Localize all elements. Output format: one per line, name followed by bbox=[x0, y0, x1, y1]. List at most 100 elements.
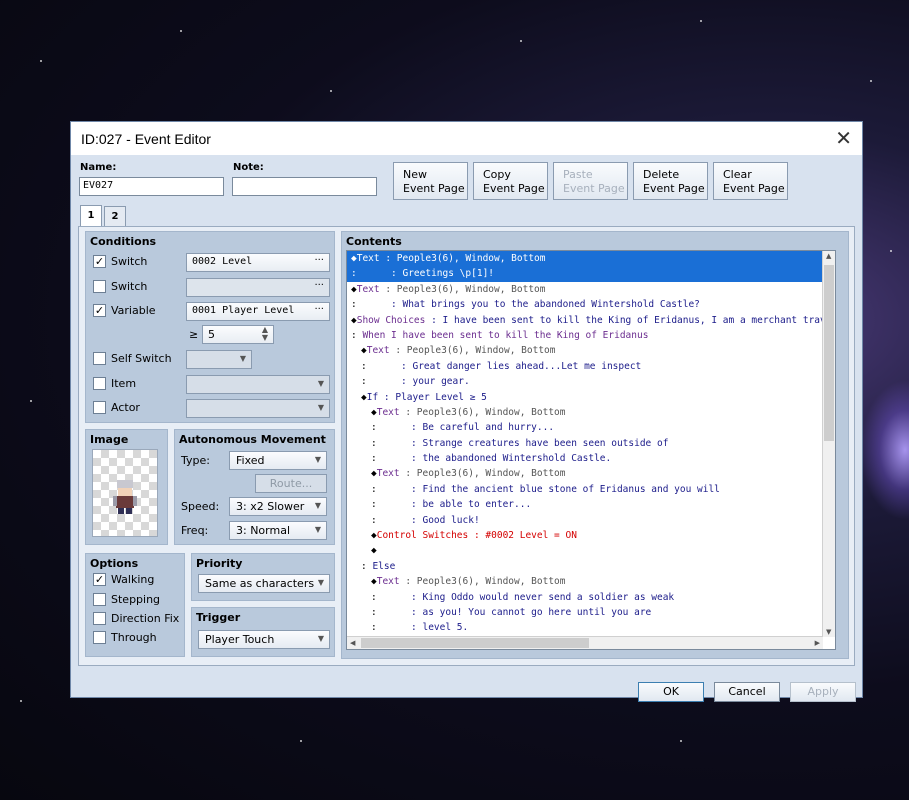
chevron-down-icon: ▼ bbox=[317, 578, 324, 587]
walking-checkbox[interactable]: ✓ bbox=[93, 573, 106, 586]
stepping-checkbox[interactable] bbox=[93, 593, 106, 606]
command-row[interactable]: ◆Show Choices : I have been sent to kill… bbox=[347, 313, 835, 328]
variable-checkbox[interactable]: ✓ bbox=[93, 304, 106, 317]
command-row[interactable]: : Else bbox=[347, 559, 835, 574]
horizontal-scrollbar[interactable]: ◀ ▶ bbox=[347, 636, 823, 649]
switch2-field[interactable]: ··· bbox=[186, 278, 330, 297]
self-switch-checkbox[interactable] bbox=[93, 352, 106, 365]
chevron-down-icon: ▼ bbox=[239, 354, 246, 363]
switch1-field[interactable]: 0002 Level ··· bbox=[186, 253, 330, 272]
row-text: : King Oddo would never send a soldier a… bbox=[376, 591, 675, 603]
command-row[interactable]: : : What brings you to the abandoned Win… bbox=[347, 297, 835, 312]
chevron-down-icon: ▼ bbox=[314, 525, 321, 534]
trigger-select[interactable]: Player Touch ▼ bbox=[198, 630, 330, 649]
speed-select[interactable]: 3: x2 Slower ▼ bbox=[229, 497, 327, 516]
through-label: Through bbox=[111, 631, 157, 644]
command-row[interactable]: : : the abandoned Wintershold Castle. bbox=[347, 451, 835, 466]
variable-amount-spinner[interactable]: 5 ▲ ▼ bbox=[202, 325, 274, 344]
command-row[interactable]: : : Strange creatures have been seen out… bbox=[347, 436, 835, 451]
route-button[interactable]: Route... bbox=[255, 474, 327, 493]
vertical-scroll-thumb[interactable] bbox=[824, 265, 834, 441]
variable-field[interactable]: 0001 Player Level ··· bbox=[186, 302, 330, 321]
row-text: : People3(6), Window, Bottom bbox=[389, 345, 556, 357]
row-command: Text bbox=[356, 253, 380, 264]
delete-event-page-button[interactable]: Delete Event Page bbox=[633, 162, 708, 200]
command-row[interactable]: : : as you! You cannot go here until you… bbox=[347, 605, 835, 620]
direction-fix-checkbox[interactable] bbox=[93, 612, 106, 625]
priority-group: Priority Same as characters ▼ bbox=[191, 553, 335, 601]
vertical-scrollbar[interactable]: ▲ ▼ bbox=[822, 251, 835, 637]
cancel-button[interactable]: Cancel bbox=[714, 682, 780, 702]
event-commands-list[interactable]: ◆Text : People3(6), Window, Bottom: : Gr… bbox=[346, 250, 836, 650]
window-title: ID:027 - Event Editor bbox=[81, 131, 211, 147]
apply-button[interactable]: Apply bbox=[790, 682, 856, 702]
scroll-down-icon[interactable]: ▼ bbox=[826, 628, 831, 636]
command-row[interactable]: : : be able to enter... bbox=[347, 497, 835, 512]
note-label: Note: bbox=[233, 162, 264, 173]
command-row[interactable]: : : Greetings \p[1]! bbox=[347, 266, 835, 282]
walking-label: Walking bbox=[111, 573, 155, 586]
note-field[interactable] bbox=[232, 177, 377, 196]
self-switch-select[interactable]: ▼ bbox=[186, 350, 252, 369]
command-row[interactable]: : : Find the ancient blue stone of Erida… bbox=[347, 482, 835, 497]
command-row[interactable]: : : Good luck! bbox=[347, 513, 835, 528]
command-row[interactable]: : : Be careful and hurry... bbox=[347, 420, 835, 435]
command-row[interactable]: ◆Text : People3(6), Window, Bottom bbox=[347, 343, 835, 358]
row-text: : Great danger lies ahead...Let me inspe… bbox=[366, 360, 642, 372]
row-text: : People3(6), Window, Bottom bbox=[399, 576, 566, 588]
command-row[interactable]: : : Great danger lies ahead...Let me ins… bbox=[347, 359, 835, 374]
type-select[interactable]: Fixed ▼ bbox=[229, 451, 327, 470]
command-row[interactable]: ◆Text : People3(6), Window, Bottom bbox=[347, 282, 835, 297]
scroll-up-icon[interactable]: ▲ bbox=[826, 252, 831, 260]
actor-checkbox[interactable] bbox=[93, 401, 106, 414]
chevron-down-icon: ▼ bbox=[314, 455, 321, 464]
event-image-preview[interactable] bbox=[92, 449, 158, 537]
row-text: : as you! You cannot go here until you a… bbox=[376, 606, 652, 618]
row-text: When I have been sent to kill the King o… bbox=[356, 329, 649, 341]
scroll-left-icon[interactable]: ◀ bbox=[350, 639, 355, 647]
scroll-right-icon[interactable]: ▶ bbox=[815, 639, 820, 647]
item-checkbox[interactable] bbox=[93, 377, 106, 390]
command-row[interactable]: ◆Text : People3(6), Window, Bottom bbox=[347, 466, 835, 481]
conditions-group: Conditions ✓ Switch 0002 Level ··· Switch… bbox=[85, 231, 335, 423]
item-select[interactable]: ▼ bbox=[186, 375, 330, 394]
command-row[interactable]: ◆ bbox=[347, 543, 835, 558]
autonomous-title: Autonomous Movement bbox=[179, 433, 326, 446]
paste-event-page-button[interactable]: Paste Event Page bbox=[553, 162, 628, 200]
row-text: : People3(6), Window, Bottom bbox=[379, 283, 546, 295]
name-field[interactable]: EV027 bbox=[79, 177, 224, 196]
row-command: Text bbox=[376, 406, 400, 418]
copy-event-page-button[interactable]: Copy Event Page bbox=[473, 162, 548, 200]
command-row[interactable]: : When I have been sent to kill the King… bbox=[347, 328, 835, 343]
command-row[interactable]: : : King Oddo would never send a soldier… bbox=[347, 590, 835, 605]
chevron-down-icon: ▼ bbox=[317, 403, 324, 412]
switch2-checkbox[interactable] bbox=[93, 280, 106, 293]
freq-select[interactable]: 3: Normal ▼ bbox=[229, 521, 327, 540]
tab-page-1[interactable]: 1 bbox=[80, 205, 102, 227]
command-row[interactable]: : : your gear. bbox=[347, 374, 835, 389]
horizontal-scroll-thumb[interactable] bbox=[361, 638, 589, 648]
tab-page-2[interactable]: 2 bbox=[104, 206, 126, 226]
options-group: Options ✓ Walking Stepping Direction Fix… bbox=[85, 553, 185, 657]
new-event-page-button[interactable]: New Event Page bbox=[393, 162, 468, 200]
through-checkbox[interactable] bbox=[93, 631, 106, 644]
command-row[interactable]: ◆If : Player Level ≥ 5 bbox=[347, 390, 835, 405]
command-row[interactable]: ◆Text : People3(6), Window, Bottom bbox=[347, 251, 835, 267]
row-text: : Find the ancient blue stone of Eridanu… bbox=[376, 483, 720, 495]
command-row[interactable]: ◆Text : People3(6), Window, Bottom bbox=[347, 574, 835, 589]
ellipsis-icon: ··· bbox=[314, 280, 324, 291]
ok-button[interactable]: OK bbox=[638, 682, 704, 702]
command-row[interactable]: ◆Text : People3(6), Window, Bottom bbox=[347, 405, 835, 420]
spinner-arrows-icon[interactable]: ▲ ▼ bbox=[262, 326, 268, 342]
command-row[interactable]: : : level 5. bbox=[347, 620, 835, 635]
switch1-label: Switch bbox=[111, 255, 148, 268]
row-command: Control Switches bbox=[376, 530, 469, 542]
switch1-checkbox[interactable]: ✓ bbox=[93, 255, 106, 268]
command-rows: ◆Text : People3(6), Window, Bottom: : Gr… bbox=[347, 251, 835, 636]
clear-event-page-button[interactable]: Clear Event Page bbox=[713, 162, 788, 200]
variable-operator: ≥ bbox=[189, 328, 199, 341]
actor-select[interactable]: ▼ bbox=[186, 399, 330, 418]
close-icon[interactable]: ✕ bbox=[835, 126, 852, 150]
command-row[interactable]: ◆Control Switches : #0002 Level = ON bbox=[347, 528, 835, 543]
priority-select[interactable]: Same as characters ▼ bbox=[198, 574, 330, 593]
